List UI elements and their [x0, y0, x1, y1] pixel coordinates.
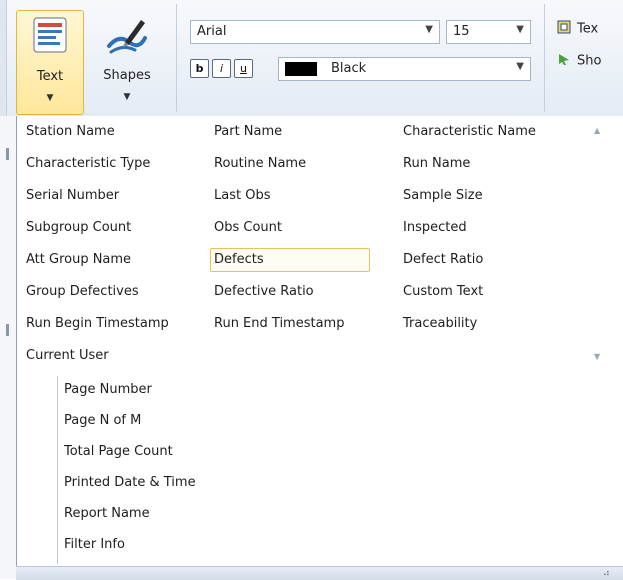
page-field-item[interactable]: Report Name — [64, 502, 150, 526]
background-mark — [6, 324, 9, 336]
chevron-down-icon[interactable]: ▼ — [425, 24, 433, 35]
page-field-item[interactable]: Printed Date & Time — [64, 471, 196, 495]
text-button-label: Text — [36, 69, 64, 84]
field-item[interactable]: Inspected — [399, 216, 579, 240]
field-item[interactable]: Att Group Name — [22, 248, 202, 272]
field-item[interactable]: Group Defectives — [22, 280, 202, 304]
underline-icon: u — [240, 62, 247, 75]
field-item[interactable]: Run End Timestamp — [210, 312, 370, 336]
ribbon-separator — [544, 4, 545, 112]
field-item[interactable]: Defect Ratio — [399, 248, 579, 272]
text-frame-label: Tex — [577, 21, 599, 37]
scroll-up-icon[interactable]: ▲ — [594, 126, 600, 135]
field-item[interactable]: Sample Size — [399, 184, 579, 208]
bold-button[interactable]: b — [190, 59, 209, 78]
field-item[interactable]: Serial Number — [22, 184, 202, 208]
ribbon-edge — [0, 0, 7, 116]
scroll-down-icon[interactable]: ▼ — [594, 352, 600, 361]
page-field-item[interactable]: Filter Info — [64, 533, 125, 557]
background-strip — [0, 116, 16, 579]
page-field-item[interactable]: Total Page Count — [64, 440, 173, 464]
resize-grip-icon[interactable]: ⠴ — [603, 568, 610, 579]
italic-icon: i — [219, 62, 224, 75]
field-item[interactable]: Station Name — [22, 120, 202, 144]
field-item[interactable]: Routine Name — [210, 152, 370, 176]
field-item[interactable]: Subgroup Count — [22, 216, 202, 240]
font-color-value: Black — [331, 61, 367, 76]
field-item[interactable]: Traceability — [399, 312, 579, 336]
chevron-down-icon[interactable]: ▼ — [516, 24, 524, 35]
field-item[interactable]: Defective Ratio — [210, 280, 370, 304]
field-item[interactable]: Part Name — [210, 120, 370, 144]
field-item[interactable]: Defects — [210, 248, 370, 272]
font-size-combo[interactable]: 15 ▼ — [446, 20, 531, 44]
show-label: Sho — [577, 53, 602, 69]
text-frame-command[interactable]: Tex — [557, 20, 598, 38]
field-item[interactable]: Last Obs — [210, 184, 370, 208]
field-item[interactable]: Characteristic Type — [22, 152, 202, 176]
color-swatch — [285, 62, 317, 76]
page-field-item[interactable]: Page N of M — [64, 409, 141, 433]
scrollbar[interactable] — [591, 120, 605, 370]
ribbon-separator — [176, 4, 177, 112]
ribbon: Text ▼ Shapes ▼ Arial ▼ 15 ▼ b i u Black — [0, 0, 623, 117]
field-item[interactable]: Current User — [22, 344, 202, 368]
field-item[interactable]: Run Begin Timestamp — [22, 312, 202, 336]
font-size-value: 15 — [453, 24, 470, 39]
text-block-icon — [33, 17, 67, 57]
italic-button[interactable]: i — [212, 59, 231, 78]
shapes-button-label: Shapes — [103, 68, 151, 83]
background-mark — [6, 148, 9, 160]
chevron-down-icon: ▼ — [46, 93, 54, 103]
font-family-value: Arial — [197, 24, 227, 39]
shapes-button[interactable]: Shapes ▼ — [95, 10, 159, 115]
page-field-item[interactable]: Page Number — [64, 378, 152, 402]
field-item[interactable]: Custom Text — [399, 280, 579, 304]
chevron-down-icon: ▼ — [123, 92, 131, 102]
show-arrow-icon — [557, 52, 571, 70]
text-button[interactable]: Text ▼ — [16, 10, 84, 115]
text-frame-icon — [557, 20, 571, 38]
page-fields-divider — [57, 376, 58, 564]
field-item[interactable]: Characteristic Name — [399, 120, 579, 144]
underline-button[interactable]: u — [234, 59, 253, 78]
bold-icon: b — [195, 62, 204, 75]
pen-shapes-icon — [105, 16, 149, 60]
chevron-down-icon[interactable]: ▼ — [516, 61, 524, 72]
show-command[interactable]: Sho — [557, 52, 601, 70]
font-family-combo[interactable]: Arial ▼ — [190, 20, 440, 44]
font-color-combo[interactable]: Black ▼ — [278, 57, 531, 81]
field-item[interactable]: Run Name — [399, 152, 579, 176]
menu-footer: ⠴ — [16, 566, 623, 580]
field-item[interactable]: Obs Count — [210, 216, 370, 240]
